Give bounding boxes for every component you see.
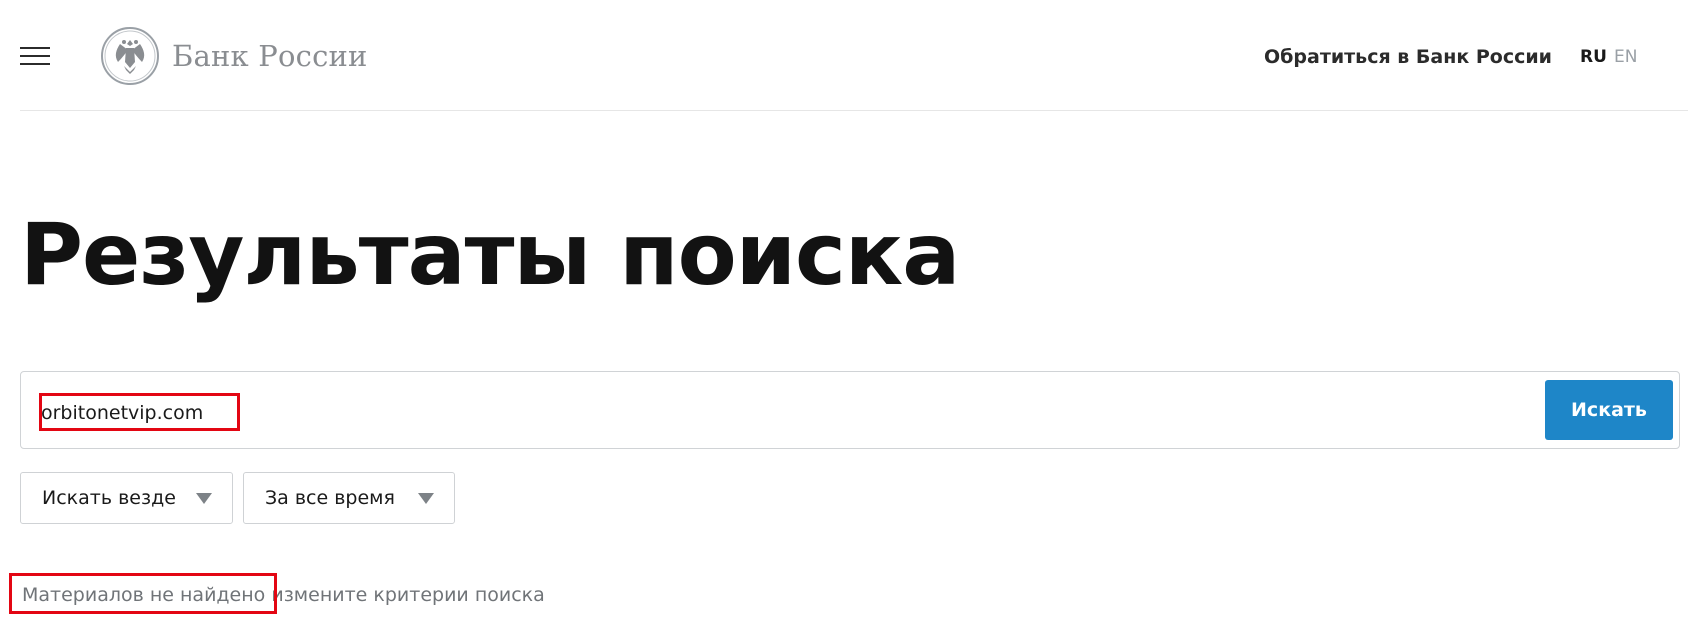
search-period-dropdown[interactable]: За все время [243, 472, 455, 524]
search-hint-text: измените критерии поиска [271, 584, 545, 606]
search-period-label: За все время [265, 487, 395, 509]
eagle-emblem-icon [101, 27, 159, 85]
caret-down-icon [196, 493, 212, 504]
search-box: Искать [20, 371, 1680, 449]
site-header: Банк России Обратиться в Банк России RU … [20, 0, 1688, 111]
language-ru[interactable]: RU [1580, 47, 1607, 67]
page-title: Результаты поиска [20, 205, 960, 305]
language-en[interactable]: EN [1614, 47, 1637, 67]
hamburger-menu-icon[interactable] [20, 44, 52, 68]
results-message: Материалов не найдено измените критерии … [22, 584, 545, 606]
search-button[interactable]: Искать [1545, 380, 1673, 440]
search-scope-label: Искать везде [42, 487, 176, 509]
bank-logo[interactable]: Банк России [100, 26, 368, 86]
not-found-text: Материалов не найдено [22, 584, 266, 606]
search-input[interactable] [41, 398, 1341, 428]
contact-bank-link[interactable]: Обратиться в Банк России [1264, 46, 1552, 68]
search-scope-dropdown[interactable]: Искать везде [20, 472, 233, 524]
logo-text: Банк России [172, 39, 368, 73]
caret-down-icon [418, 493, 434, 504]
